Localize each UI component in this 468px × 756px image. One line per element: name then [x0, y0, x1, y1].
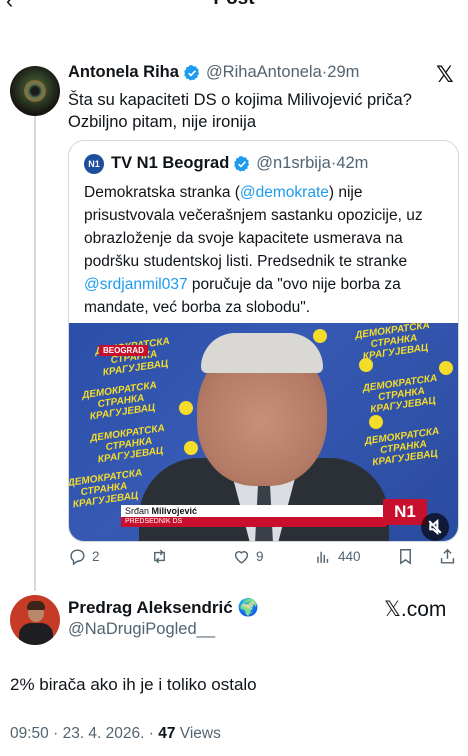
repost-button[interactable] [150, 547, 174, 566]
share-button[interactable] [438, 547, 457, 566]
quote-text: Demokratska stranka (@demokrate) nije pr… [84, 181, 452, 319]
quote-time[interactable]: 42m [336, 154, 368, 173]
location-tag: BEOGRAD [99, 345, 148, 356]
post-time-of-day[interactable]: 09:50 [10, 725, 49, 742]
backdrop-text: ДЕМОКРАТСКА СТРАНКА КРАГУЈЕВАЦ [89, 422, 166, 466]
quote-author-handle[interactable]: @n1srbija [256, 154, 331, 173]
author-handle[interactable]: @RihaAntonela [206, 63, 322, 82]
views-button[interactable]: 440 [314, 547, 361, 566]
mention-link[interactable]: @demokrate [240, 184, 329, 201]
x-logo-icon[interactable]: 𝕏 [436, 62, 454, 88]
reply-button[interactable]: 2 [68, 547, 100, 566]
heart-icon [234, 551, 249, 564]
reply-handle-row: @NaDrugiPogled__ [68, 620, 215, 639]
avatar[interactable] [10, 66, 60, 116]
post-meta: 09:50 · 23. 4. 2026. · 47 Views [10, 725, 221, 743]
action-bar: 2 9 440 [68, 547, 460, 569]
top-bar: ‹ Post [0, 0, 468, 14]
caption-first-name: Srđan [125, 506, 150, 516]
reply-author-name[interactable]: Predrag Aleksendrić [68, 598, 233, 618]
analytics-bars-icon [317, 551, 329, 563]
post-time[interactable]: 29m [327, 63, 359, 82]
reply-text: 2% birača ako ih je i toliko ostalo [10, 675, 257, 694]
repost-icon [154, 549, 165, 564]
post-date[interactable]: 23. 4. 2026. [63, 725, 145, 742]
separator-dot: · [48, 725, 63, 742]
avatar[interactable] [10, 595, 60, 645]
avatar-body [19, 623, 53, 645]
tweet-header: Antonela Riha @RihaAntonela · 29m [68, 63, 359, 82]
quote-text-part: Demokratska stranka ( [84, 184, 240, 201]
backdrop-text: ДЕМОКРАТСКА СТРАНКА КРАГУЈЕВАЦ [354, 323, 431, 363]
reply-count: 2 [92, 549, 100, 564]
verified-badge-icon [234, 155, 250, 172]
avatar-hair [27, 601, 45, 610]
tweet-text-line: Šta su kapaciteti DS o kojima Milivojevi… [68, 91, 412, 109]
views-label: Views [175, 725, 221, 742]
quote-header: TV N1 Beograd @n1srbija · 42m [111, 154, 368, 173]
mention-link[interactable]: @srdjanmil037 [84, 276, 188, 293]
backdrop-text: ДЕМОКРАТСКА СТРАНКА КРАГУЈЕВАЦ [364, 425, 440, 469]
avatar-eye-image [24, 80, 46, 102]
backdrop-dot [369, 415, 383, 429]
backdrop-dot [184, 441, 198, 455]
caption-name: Srđan Milivojević [125, 506, 197, 516]
backdrop-dot [179, 401, 193, 415]
n1-avatar[interactable]: N1 [84, 154, 104, 174]
bookmark-icon [400, 549, 411, 565]
views-count: 47 [158, 725, 176, 742]
backdrop-dot [313, 329, 327, 343]
share-icon [440, 548, 455, 564]
quoted-tweet-card[interactable]: N1 TV N1 Beograd @n1srbija · 42m Demokra… [68, 140, 459, 542]
like-button[interactable]: 9 [232, 547, 264, 566]
backdrop-text: ДЕМОКРАТСКА СТРАНКА КРАГУЈЕВАЦ [81, 379, 158, 423]
mute-button[interactable] [421, 513, 449, 541]
quote-author-name[interactable]: TV N1 Beograd [111, 154, 229, 173]
verified-badge-icon [184, 64, 200, 81]
thread-connector-line [34, 116, 36, 591]
page-title: Post [0, 0, 468, 10]
speaker-hair [201, 333, 323, 373]
globe-emoji: 🌍 [237, 598, 259, 617]
view-count: 440 [338, 549, 361, 564]
video-player[interactable]: ДЕМОКРАТСКА СТРАНКА КРАГУЈЕВАЦ ДЕМОКРАТС… [69, 323, 458, 541]
separator-dot: · [144, 725, 159, 742]
backdrop-dot [439, 361, 453, 375]
like-count: 9 [256, 549, 264, 564]
backdrop-text: ДЕМОКРАТСКА СТРАНКА КРАГУЈЕВАЦ [362, 372, 438, 416]
tweet-text: Šta su kapaciteti DS o kojima Milivojevi… [68, 89, 448, 133]
speaker-muted-icon [428, 518, 442, 536]
lower-third-caption: Srđan Milivojević PREDSEDNIK DS [121, 505, 386, 527]
source-label[interactable]: 𝕏.com [384, 597, 446, 622]
reply-header: Predrag Aleksendrić 🌍 [68, 598, 259, 618]
caption-last-name: Milivojević [151, 506, 198, 516]
bookmark-button[interactable] [396, 547, 415, 566]
tweet-text-line: Ozbiljno pitam, nije ironija [68, 113, 257, 131]
caption-role: PREDSEDNIK DS [121, 517, 386, 527]
backdrop-dot [359, 358, 373, 372]
reply-author-handle[interactable]: @NaDrugiPogled__ [68, 620, 215, 639]
author-name[interactable]: Antonela Riha [68, 63, 179, 82]
reply-bubble-icon [70, 549, 85, 566]
backdrop-text: ДЕМОКРАТСКА СТРАНКА КРАГУЈЕВАЦ [95, 336, 171, 379]
